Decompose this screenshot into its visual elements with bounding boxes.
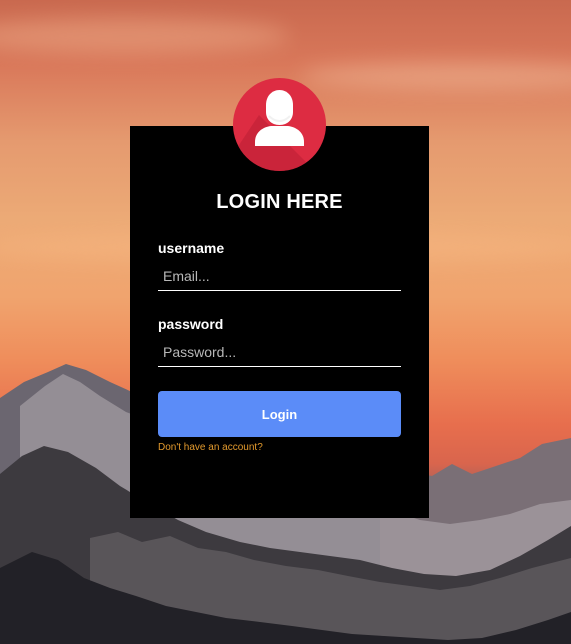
password-input[interactable] <box>158 337 401 367</box>
login-title: LOGIN HERE <box>216 191 343 213</box>
password-label: password <box>158 316 224 332</box>
username-label: username <box>158 240 225 256</box>
signup-link[interactable]: Don't have an account? <box>158 442 263 453</box>
cloud-band-right <box>300 62 571 90</box>
user-icon <box>233 90 326 171</box>
login-card: LOGIN HERE username password Login Don't… <box>130 126 429 518</box>
cloud-band-top <box>0 18 290 54</box>
avatar <box>233 78 326 171</box>
username-input[interactable] <box>158 261 401 291</box>
login-button[interactable]: Login <box>158 391 401 437</box>
background-scene: LOGIN HERE username password Login Don't… <box>0 0 571 644</box>
